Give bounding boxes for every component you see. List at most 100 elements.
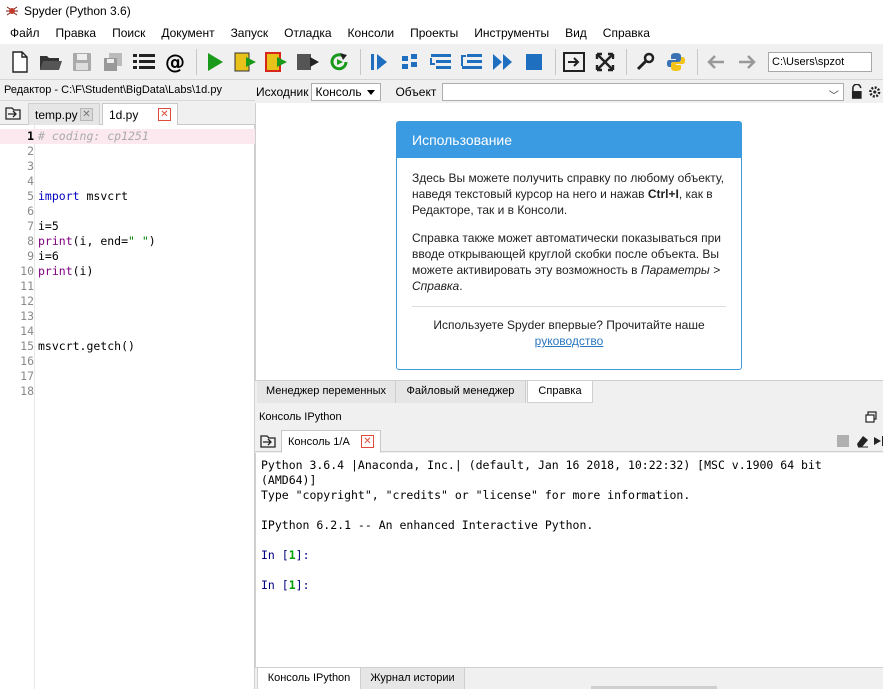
wrench-icon[interactable] xyxy=(631,48,659,76)
code-line: 17 xyxy=(0,369,255,384)
tab-variable-explorer[interactable]: Менеджер переменных xyxy=(257,381,396,403)
maximize-pane-icon[interactable] xyxy=(560,48,588,76)
debug-icon[interactable] xyxy=(365,48,393,76)
python-icon[interactable] xyxy=(662,48,690,76)
code-line: 18 xyxy=(0,384,255,399)
save-all-icon[interactable] xyxy=(99,48,127,76)
run-selection-icon[interactable] xyxy=(294,48,322,76)
tutorial-link[interactable]: руководство xyxy=(535,334,604,348)
back-arrow-icon[interactable] xyxy=(702,48,730,76)
menu-projects[interactable]: Проекты xyxy=(402,22,466,44)
menu-run[interactable]: Запуск xyxy=(223,22,277,44)
chevron-down-icon[interactable]: ﹀ xyxy=(829,87,839,102)
menu-help[interactable]: Справка xyxy=(595,22,658,44)
line-number: 17 xyxy=(20,369,34,383)
object-label: Объект xyxy=(395,85,437,99)
run-icon[interactable] xyxy=(201,48,229,76)
line-number: 18 xyxy=(20,384,34,398)
line-number: 16 xyxy=(20,354,34,368)
console-tabbar: Консоль 1/A ✕ xyxy=(255,428,883,453)
menu-edit[interactable]: Правка xyxy=(48,22,105,44)
help-source-bar: Исходник Консоль Объект ﹀ xyxy=(255,81,883,103)
line-number: 7 xyxy=(27,219,34,233)
rerun-icon[interactable] xyxy=(325,48,353,76)
open-file-icon[interactable] xyxy=(37,48,65,76)
editor-tab-temp[interactable]: temp.py ✕ xyxy=(28,103,100,125)
code-line: 13 xyxy=(0,309,255,324)
close-tab-icon[interactable]: ✕ xyxy=(158,108,171,121)
line-number: 6 xyxy=(27,204,34,218)
step-return-icon[interactable] xyxy=(458,48,486,76)
code-editor[interactable]: 1 # coding: cp1251 2 3 4 5 import msvcrt… xyxy=(0,125,255,689)
tab-file-explorer[interactable]: Файловый менеджер xyxy=(396,381,526,403)
source-select[interactable]: Консоль xyxy=(311,83,382,101)
object-combobox[interactable]: ﹀ xyxy=(442,83,844,102)
code-line: 16 xyxy=(0,354,255,369)
title-bar: Spyder (Python 3.6) xyxy=(0,0,883,22)
editor-tab-label: 1d.py xyxy=(109,107,139,122)
ipython-console[interactable]: Python 3.6.4 |Anaconda, Inc.| (default, … xyxy=(255,453,883,667)
menu-search[interactable]: Поиск xyxy=(104,22,153,44)
forward-arrow-icon[interactable] xyxy=(733,48,761,76)
browse-tabs-icon[interactable] xyxy=(259,433,277,449)
menu-consoles[interactable]: Консоли xyxy=(340,22,403,44)
undock-icon[interactable] xyxy=(865,411,877,423)
console-prompt: In [1]: xyxy=(261,578,310,592)
gear-icon[interactable] xyxy=(867,84,883,100)
browse-tabs-icon[interactable] xyxy=(4,105,22,121)
usage-card-body: Здесь Вы можете получить справку по любо… xyxy=(397,158,741,349)
continue-icon[interactable] xyxy=(489,48,517,76)
menu-view[interactable]: Вид xyxy=(557,22,595,44)
line-number: 13 xyxy=(20,309,34,323)
code-line: 4 xyxy=(0,174,255,189)
menu-debug[interactable]: Отладка xyxy=(276,22,339,44)
editor-tab-1d[interactable]: 1d.py ✕ xyxy=(102,103,178,126)
menu-file[interactable]: Файл xyxy=(2,22,48,44)
line-number: 8 xyxy=(27,234,34,248)
console-tab-1a[interactable]: Консоль 1/A ✕ xyxy=(281,430,381,453)
save-icon[interactable] xyxy=(68,48,96,76)
line-number: 2 xyxy=(27,144,34,158)
stop-kernel-icon[interactable] xyxy=(837,435,849,447)
usage-footer: Используете Spyder впервые? Прочитайте н… xyxy=(433,318,705,348)
menu-source[interactable]: Документ xyxy=(153,22,222,44)
tab-help[interactable]: Справка xyxy=(527,381,593,403)
line-number: 11 xyxy=(20,279,34,293)
line-text: i=6 xyxy=(38,249,59,263)
console-output-line: Python 3.6.4 |Anaconda, Inc.| (default, … xyxy=(261,458,822,472)
line-text: i=5 xyxy=(38,219,59,233)
menu-tools[interactable]: Инструменты xyxy=(466,22,557,44)
working-directory-input[interactable]: C:\Users\spzot xyxy=(768,51,872,72)
list-icon[interactable] xyxy=(130,48,158,76)
code-line: 10 print(i) xyxy=(0,264,255,279)
close-tab-icon[interactable]: ✕ xyxy=(80,108,93,121)
window-title: Spyder (Python 3.6) xyxy=(24,4,131,18)
stop-debug-icon[interactable] xyxy=(520,48,548,76)
at-icon[interactable]: @ xyxy=(161,48,189,76)
fullscreen-icon[interactable] xyxy=(591,48,619,76)
console-tab-label: Консоль 1/A xyxy=(288,435,350,448)
code-line: 8 print(i, end=" ") xyxy=(0,234,255,249)
lock-icon[interactable] xyxy=(850,84,864,100)
close-tab-icon[interactable]: ✕ xyxy=(361,435,374,448)
eraser-icon[interactable] xyxy=(855,434,869,448)
code-line: 11 xyxy=(0,279,255,294)
help-pane: Использование Здесь Вы можете получить с… xyxy=(255,103,883,380)
code-line: 3 xyxy=(0,159,255,174)
console-pane-title: Консоль IPython xyxy=(255,407,883,427)
run-cell-icon[interactable] xyxy=(232,48,260,76)
console-prompt: In [1]: xyxy=(261,548,310,562)
tab-ipython-console[interactable]: Консоль IPython xyxy=(257,668,361,689)
new-file-icon[interactable] xyxy=(6,48,34,76)
code-line: 7 i=5 xyxy=(0,219,255,234)
run-cell-advance-icon[interactable] xyxy=(263,48,291,76)
step-icon[interactable] xyxy=(396,48,424,76)
line-text: print(i) xyxy=(38,264,94,278)
code-line: 9 i=6 xyxy=(0,249,255,264)
console-output-line: Type "copyright", "credits" or "license"… xyxy=(261,488,691,502)
options-icon[interactable] xyxy=(873,434,883,448)
step-into-icon[interactable] xyxy=(427,48,455,76)
tab-history-log[interactable]: Журнал истории xyxy=(361,668,465,689)
line-text: print(i, end=" ") xyxy=(38,234,156,248)
console-pane-tabbar: Консоль IPython Журнал истории xyxy=(255,667,883,689)
